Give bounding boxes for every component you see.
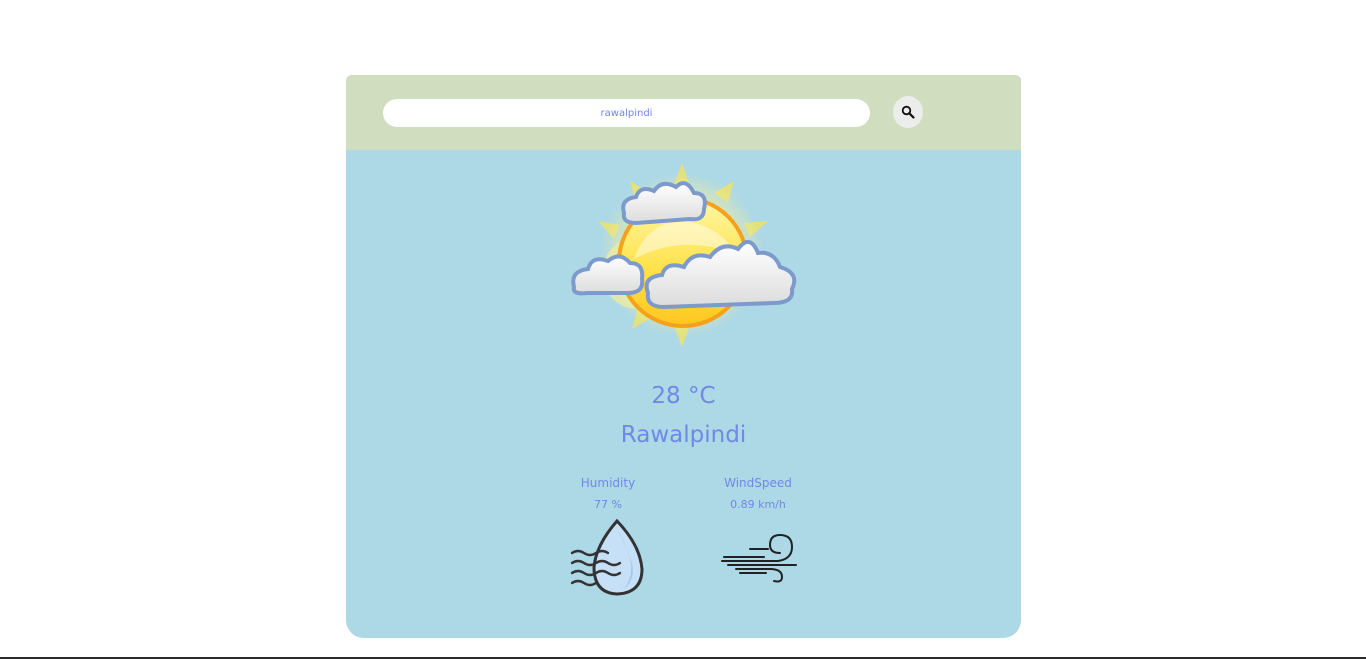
search-icon (901, 105, 915, 119)
wind-value: 0.89 km/h (730, 498, 786, 511)
search-bar (346, 75, 1021, 150)
humidity-label: Humidity (580, 476, 636, 490)
search-button[interactable] (893, 96, 923, 128)
wind-icon (721, 533, 797, 583)
search-input[interactable] (383, 99, 870, 127)
temperature: 28 °C (651, 383, 716, 409)
humidity-value: 77 % (594, 498, 622, 511)
city-name: Rawalpindi (620, 422, 747, 448)
humidity-stat: Humidity 77 % (538, 476, 678, 511)
wind-label: WindSpeed (724, 476, 792, 490)
partly-cloudy-icon (571, 163, 797, 347)
weather-card: 28 °C Rawalpindi Humidity 77 % WindSpeed… (346, 75, 1021, 638)
wind-stat: WindSpeed 0.89 km/h (688, 476, 828, 511)
humidity-icon (570, 519, 644, 596)
